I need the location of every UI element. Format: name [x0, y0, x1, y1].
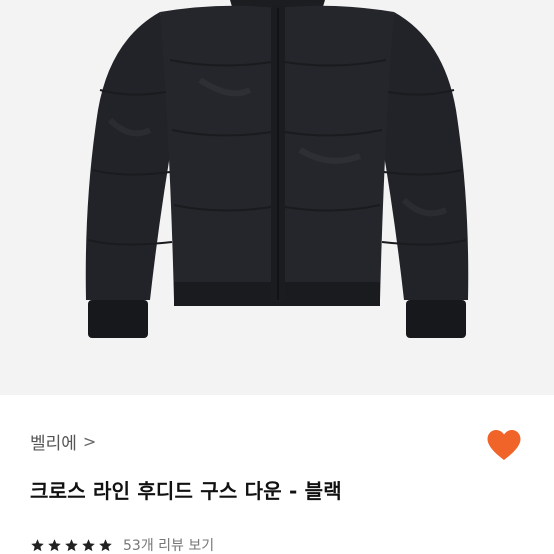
jacket-left-sleeve: [85, 12, 176, 300]
star-icon: [31, 538, 44, 551]
brand-name: 벨리에: [30, 434, 77, 454]
heart-icon: [487, 430, 521, 460]
product-image[interactable]: [0, 0, 554, 395]
product-info: 벨리에 > 크로스 라인 후디드 구스 다운 - 블랙 53개 리뷰 보기: [0, 395, 554, 554]
chevron-right-icon: >: [82, 431, 97, 451]
rating-row: 53개 리뷰 보기: [30, 535, 214, 554]
brand-link[interactable]: 벨리에 >: [30, 429, 96, 454]
star-icon: [99, 538, 112, 551]
star-icon: [65, 538, 78, 551]
star-icon: [82, 538, 95, 551]
wishlist-button[interactable]: [486, 428, 522, 462]
product-title: 크로스 라인 후디드 구스 다운 - 블랙: [30, 479, 342, 503]
jacket-right-sleeve: [378, 12, 469, 300]
jacket-right-cuff: [406, 300, 466, 338]
product-detail-page: 벨리에 > 크로스 라인 후디드 구스 다운 - 블랙 53개 리뷰 보기: [0, 0, 554, 554]
view-reviews-link[interactable]: 53개 리뷰 보기: [123, 535, 214, 554]
jacket-illustration: [85, 0, 469, 338]
star-rating: [30, 538, 113, 553]
jacket-left-cuff: [88, 300, 148, 338]
star-icon: [48, 538, 61, 551]
